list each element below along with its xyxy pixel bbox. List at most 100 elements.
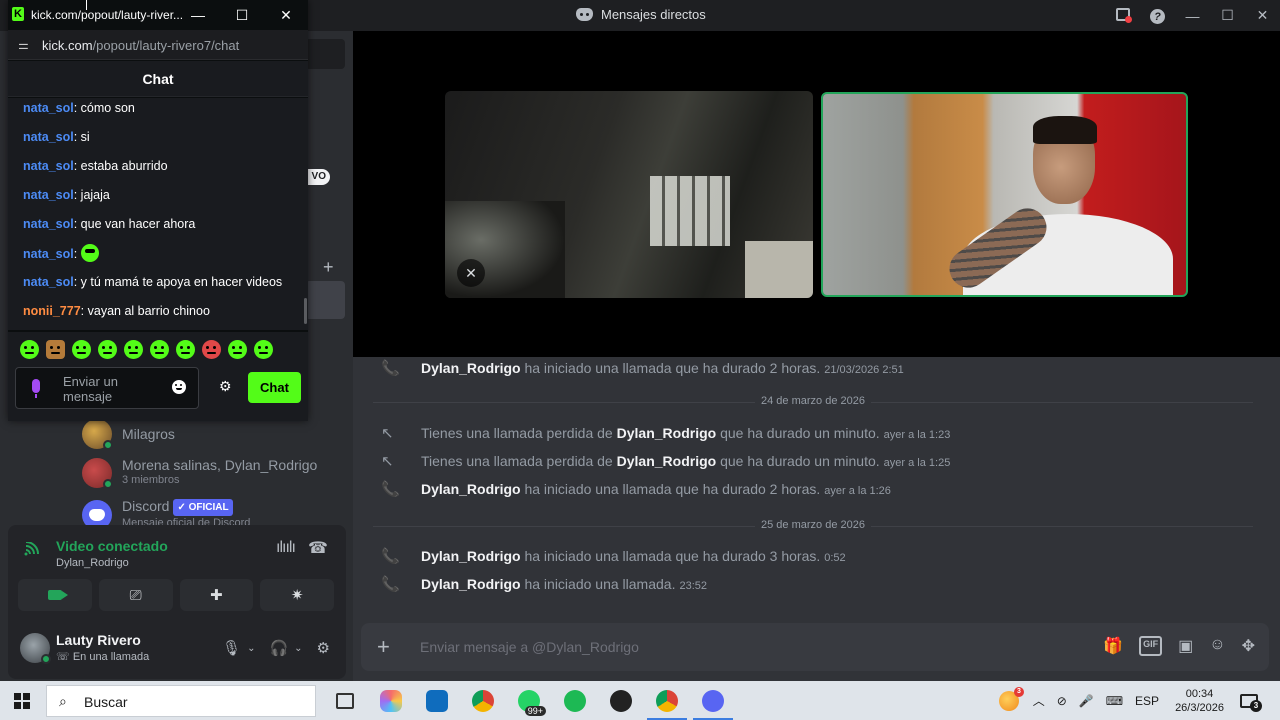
composer-tools: 🎁 GIF ▣ ☺ ✥ bbox=[1103, 636, 1255, 656]
inbox-button[interactable] bbox=[1105, 7, 1140, 24]
outlook-app[interactable] bbox=[414, 681, 460, 720]
network-icon[interactable]: ⊘ bbox=[1057, 694, 1067, 708]
minimize-button[interactable]: — bbox=[1175, 8, 1210, 24]
chat-username[interactable]: nata_sol bbox=[23, 217, 74, 231]
sidebar-search-fragment[interactable] bbox=[305, 39, 345, 69]
clock[interactable]: 00:34 26/3/2026 bbox=[1175, 687, 1224, 715]
emote-icon[interactable] bbox=[254, 339, 273, 359]
apps-icon[interactable]: ✥ bbox=[1242, 636, 1255, 656]
status-dot bbox=[103, 440, 113, 450]
maximize-button[interactable]: ☐ bbox=[220, 7, 264, 24]
chat-send-button[interactable]: Chat bbox=[248, 372, 301, 403]
url-text[interactable]: kick.com/popout/lauty-rivero7/chat bbox=[42, 38, 239, 53]
activities-button[interactable]: ✚ bbox=[179, 579, 254, 611]
chat-username[interactable]: nata_sol bbox=[23, 130, 74, 144]
create-dm-plus-icon[interactable]: + bbox=[323, 257, 334, 278]
whatsapp-badge: 99+ bbox=[524, 706, 546, 716]
video-tile-speaking[interactable] bbox=[821, 92, 1188, 297]
chat-username[interactable]: nonii_777 bbox=[23, 304, 81, 318]
voice-status-title[interactable]: Video conectado bbox=[56, 538, 168, 554]
chevron-down-icon[interactable]: ⌄ bbox=[247, 643, 255, 654]
emote-icon[interactable] bbox=[20, 339, 39, 359]
close-button[interactable]: ✕ bbox=[264, 7, 308, 24]
screen-share-button[interactable]: ⎚ bbox=[98, 579, 173, 611]
microphone-icon[interactable]: 🎙 bbox=[222, 639, 241, 657]
chrome-app-active[interactable] bbox=[644, 681, 690, 720]
discord-app[interactable] bbox=[690, 681, 736, 720]
user-mention[interactable]: Dylan_Rodrigo bbox=[617, 425, 717, 441]
emoji-icon[interactable]: ☺ bbox=[1209, 636, 1225, 656]
site-settings-icon[interactable]: ⚌ bbox=[18, 38, 29, 52]
whatsapp-app[interactable]: 99+ bbox=[506, 681, 552, 720]
close-button[interactable]: ✕ bbox=[1245, 7, 1280, 24]
chrome-app[interactable] bbox=[460, 681, 506, 720]
headphones-icon[interactable]: 🎧 bbox=[269, 639, 288, 657]
message-input[interactable]: Enviar mensaje a @Dylan_Rodrigo bbox=[420, 639, 639, 655]
emote-icon[interactable] bbox=[98, 339, 117, 359]
emote-icon[interactable] bbox=[150, 339, 169, 359]
url-bar[interactable]: ⚌ kick.com/popout/lauty-rivero7/chat bbox=[8, 30, 308, 60]
noise-suppression-icon[interactable]: ılıılı bbox=[276, 539, 296, 557]
emoji-icon[interactable] bbox=[172, 380, 186, 394]
emote-icon[interactable] bbox=[46, 339, 65, 359]
chat-message: nata_sol: que van hacer ahora bbox=[23, 217, 196, 231]
microphone-icon[interactable]: 🎤 bbox=[1079, 694, 1094, 708]
dm-item-group[interactable]: Morena salinas, Dylan_Rodrigo 3 miembros bbox=[82, 455, 352, 491]
gif-icon[interactable]: GIF bbox=[1139, 636, 1163, 656]
spotify-app[interactable] bbox=[552, 681, 598, 720]
user-mention[interactable]: Dylan_Rodrigo bbox=[421, 576, 521, 592]
copilot-app[interactable] bbox=[368, 681, 414, 720]
avatar[interactable] bbox=[20, 633, 51, 664]
camera-button[interactable] bbox=[18, 579, 92, 611]
phone-icon: 📞 bbox=[381, 576, 400, 593]
user-mention[interactable]: Dylan_Rodrigo bbox=[617, 453, 717, 469]
chat-settings-gear-icon[interactable]: ⚙ bbox=[219, 378, 232, 395]
gift-icon[interactable]: 🎁 bbox=[1103, 636, 1123, 656]
keyboard-icon[interactable]: ⌨ bbox=[1106, 694, 1123, 708]
obs-app[interactable] bbox=[598, 681, 644, 720]
emote-icon[interactable] bbox=[202, 339, 221, 359]
language-indicator[interactable]: ESP bbox=[1135, 694, 1159, 708]
windows-start-icon[interactable] bbox=[14, 693, 30, 709]
taskbar-search[interactable]: ⌕ Buscar bbox=[46, 685, 316, 717]
message-composer[interactable]: + Enviar mensaje a @Dylan_Rodrigo 🎁 GIF … bbox=[361, 623, 1269, 671]
emote-icon[interactable] bbox=[228, 339, 247, 359]
phone-icon: 📞 bbox=[381, 548, 400, 565]
help-button[interactable]: ? bbox=[1140, 7, 1175, 25]
chat-username[interactable]: nata_sol bbox=[23, 159, 74, 173]
soundboard-button[interactable]: ✷ bbox=[260, 579, 334, 611]
user-mention[interactable]: Dylan_Rodrigo bbox=[421, 360, 521, 376]
voice-channel-name[interactable]: Dylan_Rodrigo bbox=[56, 557, 129, 569]
user-mention[interactable]: Dylan_Rodrigo bbox=[421, 548, 521, 564]
microphone-icon[interactable] bbox=[32, 379, 40, 398]
notifications-icon[interactable]: 3 bbox=[1240, 693, 1262, 712]
user-mention[interactable]: Dylan_Rodrigo bbox=[421, 481, 521, 497]
outlook-icon bbox=[426, 689, 448, 712]
chat-username[interactable]: nata_sol bbox=[23, 275, 74, 289]
settings-gear-icon[interactable]: ⚙ bbox=[317, 639, 330, 657]
video-tile-self[interactable]: ✕ bbox=[445, 91, 813, 298]
minimize-button[interactable]: — bbox=[176, 7, 220, 23]
chevron-down-icon[interactable]: ⌄ bbox=[294, 643, 302, 654]
mouse-cursor-icon bbox=[86, 0, 92, 10]
disconnect-icon[interactable]: ☎ bbox=[308, 538, 328, 558]
dm-item-milagros[interactable]: Milagros bbox=[82, 416, 352, 452]
maximize-button[interactable]: ☐ bbox=[1210, 7, 1245, 24]
chevron-up-icon[interactable]: ︿ bbox=[1033, 692, 1045, 709]
user-status: ☏ En una llamada bbox=[56, 651, 150, 663]
selected-dm-fragment[interactable] bbox=[305, 281, 345, 319]
chat-input[interactable]: Enviar un mensaje bbox=[15, 367, 199, 409]
chat-username[interactable]: nata_sol bbox=[23, 188, 74, 202]
emote-icon[interactable] bbox=[72, 339, 91, 359]
signal-icon[interactable] bbox=[24, 542, 42, 556]
attach-plus-icon[interactable]: + bbox=[377, 634, 390, 660]
firefox-app[interactable]: 3 bbox=[999, 687, 1024, 713]
user-name[interactable]: Lauty Rivero bbox=[56, 632, 141, 648]
emote-icon[interactable] bbox=[176, 339, 195, 359]
chat-username[interactable]: nata_sol bbox=[23, 247, 74, 261]
task-view-button[interactable] bbox=[322, 681, 368, 720]
chat-scrollbar[interactable] bbox=[304, 298, 307, 324]
sticker-icon[interactable]: ▣ bbox=[1178, 636, 1193, 656]
emote-icon[interactable] bbox=[124, 339, 143, 359]
chat-username[interactable]: nata_sol bbox=[23, 101, 74, 115]
